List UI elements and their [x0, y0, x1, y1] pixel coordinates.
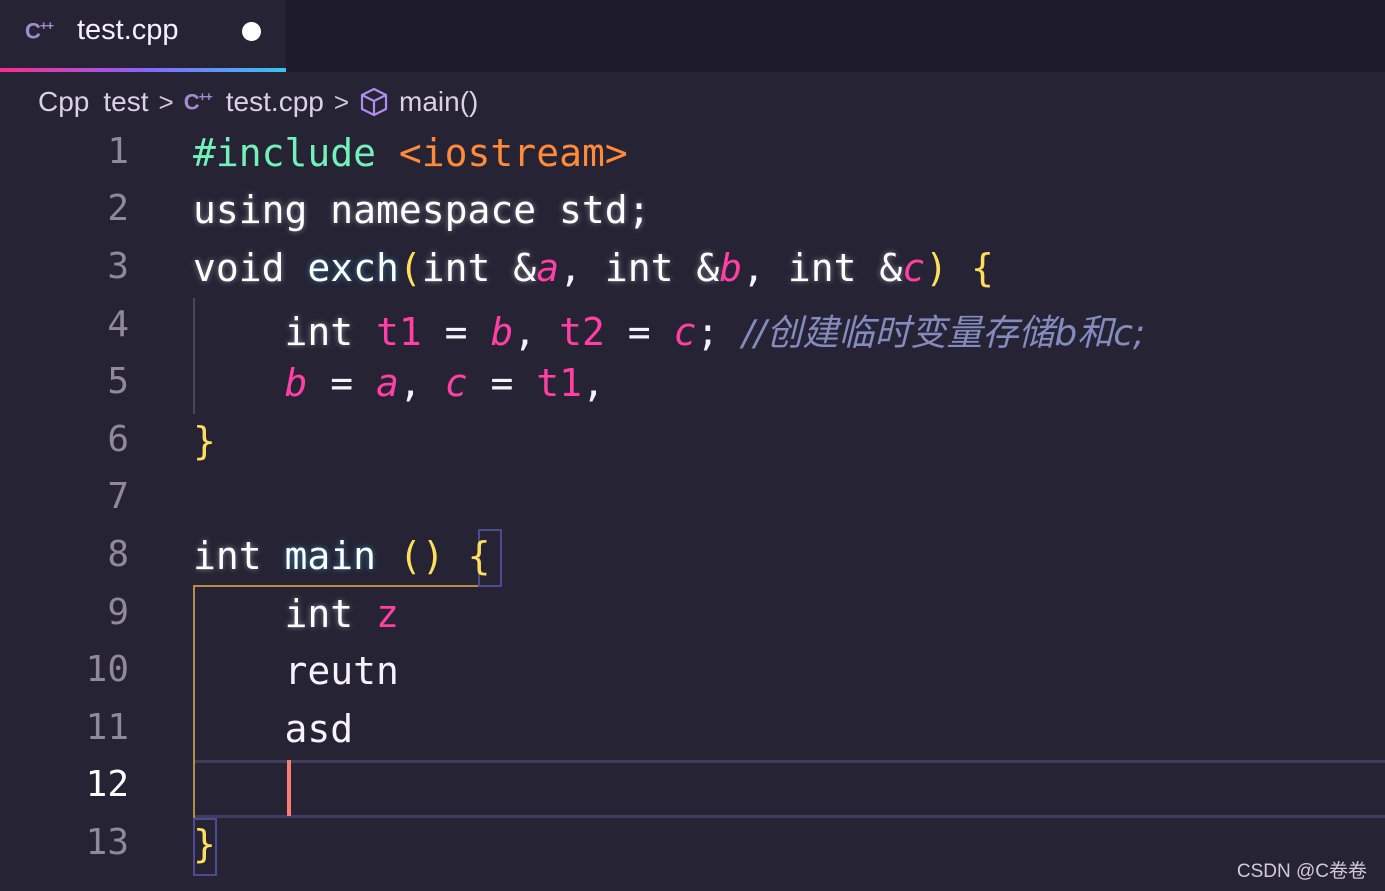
tab-bar: C++ test.cpp — [0, 0, 1385, 72]
code-line: 1 #include <iostream> — [0, 127, 1385, 185]
line-number: 5 — [107, 361, 129, 402]
line-content: int z — [193, 592, 399, 636]
code-line: 5 b = a, c = t1, — [0, 357, 1385, 415]
cpp-file-icon: C++ — [25, 18, 54, 44]
watermark: CSDN @C卷卷 — [1236, 861, 1367, 882]
breadcrumb-folder[interactable]: test — [103, 86, 148, 118]
line-content: reutn — [193, 649, 399, 693]
code-line: 10 reutn — [0, 645, 1385, 703]
line-number-active: 12 — [85, 764, 129, 805]
chevron-right-icon: > — [158, 86, 174, 117]
code-line: 11 asd — [0, 703, 1385, 761]
line-content: void exch(int &a, int &b, int &c) { — [193, 246, 994, 290]
breadcrumb-symbol[interactable]: main() — [399, 86, 478, 118]
breadcrumb: Cpp test > C++ test.cpp > main() — [38, 80, 478, 124]
chevron-right-icon: > — [333, 86, 350, 117]
line-content: int main () { — [193, 534, 491, 578]
code-line: 7 — [0, 472, 1385, 530]
line-content: asd — [193, 707, 354, 751]
line-content: using namespace std; — [193, 188, 651, 232]
active-tab-indicator — [0, 68, 286, 72]
code-line-active: 12 — [0, 760, 1385, 818]
line-number: 9 — [107, 592, 129, 633]
code-line: 8 int main () { — [0, 530, 1385, 588]
cube-icon — [360, 87, 388, 117]
line-number: 1 — [107, 131, 129, 172]
tab-title: test.cpp — [77, 14, 179, 46]
line-content: #include <iostream> — [193, 131, 628, 175]
code-line: 6 } — [0, 415, 1385, 473]
line-number: 8 — [107, 534, 129, 575]
code-line: 13 } — [0, 818, 1385, 876]
line-number: 10 — [85, 649, 129, 690]
code-comment: //创建临时变量存储b和c; — [742, 313, 1146, 354]
line-number: 13 — [85, 822, 129, 863]
line-number: 7 — [107, 476, 129, 517]
line-number: 3 — [107, 246, 129, 287]
tab-test-cpp[interactable]: C++ test.cpp — [0, 0, 286, 72]
unsaved-dot-icon[interactable] — [242, 22, 261, 41]
line-content: } — [193, 419, 216, 463]
code-line: 9 int z — [0, 588, 1385, 646]
line-number: 6 — [107, 419, 129, 460]
code-line: 2 using namespace std; — [0, 184, 1385, 242]
line-number: 4 — [107, 304, 129, 345]
text-cursor — [287, 760, 291, 816]
line-number: 11 — [85, 707, 129, 748]
code-line: 3 void exch(int &a, int &b, int &c) { — [0, 242, 1385, 300]
line-content: b = a, c = t1, — [284, 361, 605, 405]
cpp-file-icon: C++ — [183, 88, 213, 115]
code-line: 4 int t1 = b, t2 = c; //创建临时变量存储b和c; — [0, 300, 1385, 358]
line-number: 2 — [107, 188, 129, 229]
breadcrumb-file[interactable]: test.cpp — [226, 86, 324, 118]
line-content: } — [193, 822, 216, 866]
breadcrumb-root[interactable]: Cpp — [38, 86, 89, 118]
line-content: int t1 = b, t2 = c; //创建临时变量存储b和c; — [193, 310, 1146, 354]
